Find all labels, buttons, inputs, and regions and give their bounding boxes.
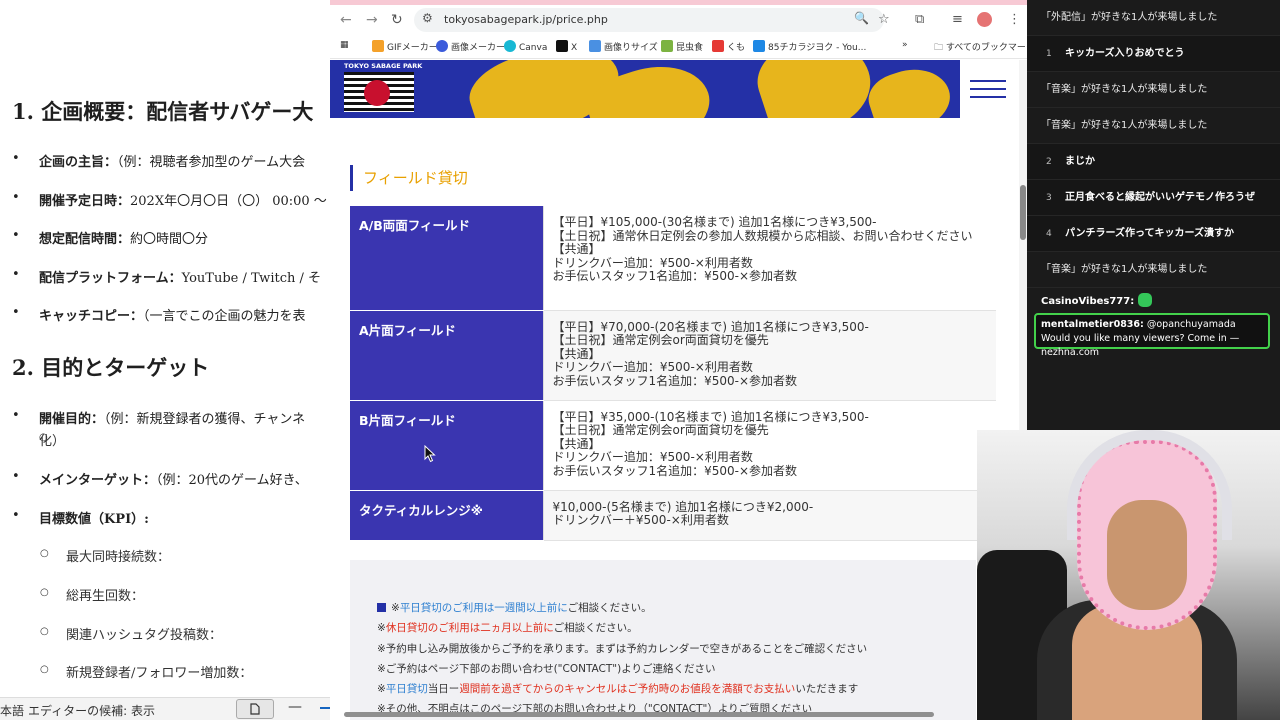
field-price-desc: 【平日】¥35,000-(10名様まで) 追加1名様につき¥3,500- 【土日祝… <box>543 400 996 491</box>
doc-kpi-item: 新規登録者/フォロワー増加数： <box>40 662 252 681</box>
url-text[interactable]: tokyosabagepark.jp/price.php <box>444 13 608 26</box>
square-bullet-icon <box>377 603 386 612</box>
back-icon[interactable]: ← <box>340 12 352 28</box>
doc-heading-1: 1. 企画概要：配信者サバゲー大 <box>12 99 314 124</box>
note-line: ※平日貸切のご利用は一週間以上前にご相談ください。 <box>377 598 976 618</box>
table-row: タクティカルレンジ※ ¥10,000-(5名様まで) 追加1名様につき¥2,00… <box>350 490 996 541</box>
scroll-thumb[interactable] <box>1020 185 1026 240</box>
chat-entry-notice: 「音楽」が好きな1人が来場しました <box>1027 252 1280 288</box>
doc-item-goal: 開催目的：（例：新規登録者の獲得、チャンネ <box>12 408 305 427</box>
scroll-thumb[interactable] <box>344 712 934 717</box>
table-row: B片面フィールド 【平日】¥35,000-(10名様まで) 追加1名様につき¥3… <box>350 400 996 491</box>
field-name: タクティカルレンジ※ <box>350 490 544 541</box>
view-toggle-button[interactable] <box>236 699 274 719</box>
document-icon <box>250 703 260 715</box>
booking-notes: ※平日貸切のご利用は一週間以上前にご相談ください。 ※休日貸切のご利用は二ヵ月以… <box>350 560 976 720</box>
extensions-icon[interactable]: ⧉ <box>915 12 924 27</box>
zoom-icon[interactable]: 🔍 <box>854 11 869 25</box>
folder-icon: 🗀 <box>934 43 946 53</box>
table-row: A/B両面フィールド 【平日】¥105,000-(30名様まで) 追加1名様につ… <box>350 206 996 311</box>
hamburger-menu-icon[interactable] <box>960 60 1020 118</box>
chat-message: CasinoVibes777: <box>1041 293 1153 307</box>
chat-request-item[interactable]: 2 まじか <box>1027 144 1280 180</box>
field-name: A/B両面フィールド <box>350 206 544 311</box>
chat-entry-notice: 「音楽」が好きな1人が来場しました <box>1027 72 1280 108</box>
bookmark-item[interactable]: 画像りサイズ <box>589 40 658 53</box>
more-bookmarks-icon[interactable]: » <box>902 40 908 50</box>
doc-item-purpose: 企画の主旨：（例：視聴者参加型のゲーム大会 <box>12 151 305 170</box>
chat-request-item[interactable]: 3 正月食べると縁起がいいゲテモノ作ろうぜ <box>1027 180 1280 216</box>
reload-icon[interactable]: ↻ <box>391 12 403 28</box>
site-header: TOKYO SABAGE PARK <box>330 60 960 118</box>
site-logo[interactable]: TOKYO SABAGE PARK <box>342 62 422 116</box>
bookmark-item[interactable]: 画像メーカー <box>436 40 505 53</box>
doc-item-duration: 想定配信時間：約〇時間〇分 <box>12 228 208 247</box>
avatar[interactable] <box>977 12 992 27</box>
doc-item-goal-cont: 化） <box>39 430 65 449</box>
chat-message-highlight: mentalmetier0836: @opanchuyamada Would y… <box>1034 313 1270 358</box>
doc-item-target: メインターゲット：（例：20代のゲーム好き、 <box>12 469 308 488</box>
chat-entry-notice: 「外配信」が好きな1人が来場しました <box>1027 0 1280 36</box>
table-row: A片面フィールド 【平日】¥70,000-(20名様まで) 追加1名様につき¥3… <box>350 310 996 401</box>
address-bar[interactable]: ⚙ tokyosabagepark.jp/price.php 🔍 <box>414 8 884 32</box>
note-line: ※平日貸切当日ー週間前を過ぎてからのキャンセルはご予約時のお値段を満額でお支払い… <box>377 683 859 696</box>
doc-item-catchcopy: キャッチコピー：（一言でこの企画の魅力を表 <box>12 305 306 324</box>
bookmark-item[interactable]: 昆虫食 <box>661 40 703 53</box>
bookmark-item[interactable]: X <box>556 40 577 53</box>
input-language[interactable]: 本語 <box>0 702 24 719</box>
price-table: A/B両面フィールド 【平日】¥105,000-(30名様まで) 追加1名様につ… <box>350 206 996 541</box>
doc-item-platform: 配信プラットフォーム：YouTube / Twitch / そ <box>12 267 321 286</box>
chat-entry-notice: 「音楽」が好きな1人が来場しました <box>1027 108 1280 144</box>
stream-chat-panel: 「外配信」が好きな1人が来場しました 1 キッカーズ入りおめでとう 「音楽」が好き… <box>1027 0 1280 430</box>
media-icon[interactable]: ≡ <box>952 12 963 27</box>
bookmark-star-icon[interactable]: ☆ <box>878 12 890 27</box>
bookmark-item[interactable]: くも <box>712 40 745 53</box>
document-panel: 1. 企画概要：配信者サバゲー大 企画の主旨：（例：視聴者参加型のゲーム大会 開… <box>0 0 330 720</box>
doc-kpi-item: 総再生回数： <box>40 585 144 604</box>
field-name: A片面フィールド <box>350 310 544 401</box>
note-line: ※休日貸切のご利用は二ヵ月以上前にご相談ください。 <box>377 622 638 635</box>
browser-window: ← → ↻ ⚙ tokyosabagepark.jp/price.php 🔍 ☆… <box>330 0 1027 720</box>
field-name: B片面フィールド <box>350 400 544 491</box>
bookmark-item[interactable]: GIFメーカー <box>372 40 438 53</box>
menu-icon[interactable]: ⋮ <box>1008 12 1021 27</box>
browser-toolbar: ← → ↻ ⚙ tokyosabagepark.jp/price.php 🔍 ☆… <box>330 5 1027 35</box>
bookmark-item[interactable]: 85チカラジヨク - You... <box>753 40 866 53</box>
emote-icon <box>1138 293 1153 307</box>
section-title: フィールド貸切 <box>350 165 468 191</box>
doc-heading-2: 2. 目的とターゲット <box>12 355 210 380</box>
chat-request-item[interactable]: 1 キッカーズ入りおめでとう <box>1027 36 1280 72</box>
ime-candidates-status[interactable]: エディターの候補: 表示 <box>28 702 155 719</box>
bookmarks-bar: ▦ GIFメーカー 画像メーカー Canva X 画像りサイズ 昆虫食 くも 8… <box>330 35 1027 59</box>
bookmark-item[interactable]: Canva <box>504 40 547 53</box>
doc-status-bar: 本語 エディターの候補: 表示 — <box>0 697 330 720</box>
field-price-desc: ¥10,000-(5名様まで) 追加1名様につき¥2,000- ドリンクバー＋¥5… <box>543 490 996 541</box>
note-line: ※予約申し込み開放後からご予約を承ります。まずは予約カレンダーで空きがあることを… <box>377 642 868 655</box>
doc-kpi-item: 最大同時接続数： <box>40 546 170 565</box>
forward-icon[interactable]: → <box>366 12 378 28</box>
chat-request-item[interactable]: 4 パンチラーズ作ってキッカーズ潰すか <box>1027 216 1280 252</box>
minimize-button[interactable]: — <box>288 699 302 715</box>
site-info-icon[interactable]: ⚙ <box>422 11 433 25</box>
webcam-overlay <box>977 430 1280 720</box>
field-price-desc: 【平日】¥105,000-(30名様まで) 追加1名様につき¥3,500- 【土日… <box>543 206 996 311</box>
doc-kpi-item: 関連ハッシュタグ投稿数： <box>40 624 222 643</box>
doc-item-kpi: 目標数値（KPI）: <box>12 508 149 527</box>
apps-icon[interactable]: ▦ <box>340 40 349 50</box>
mouse-cursor-icon <box>424 445 436 463</box>
doc-item-date: 開催予定日時：202X年〇月〇日（〇） 00:00 ～ <box>12 190 327 209</box>
horizontal-scrollbar[interactable] <box>330 710 1027 718</box>
note-line: ※ご予約はページ下部のお問い合わせ("CONTACT")よりご連絡ください <box>377 662 716 675</box>
all-bookmarks-folder[interactable]: 🗀 すべてのブックマーク <box>934 40 1027 56</box>
field-price-desc: 【平日】¥70,000-(20名様まで) 追加1名様につき¥3,500- 【土日祝… <box>543 310 996 401</box>
zoom-indicator <box>320 707 330 709</box>
page-viewport: TOKYO SABAGE PARK フィールド貸切 A/B両面フィールド 【平日… <box>330 60 1027 720</box>
